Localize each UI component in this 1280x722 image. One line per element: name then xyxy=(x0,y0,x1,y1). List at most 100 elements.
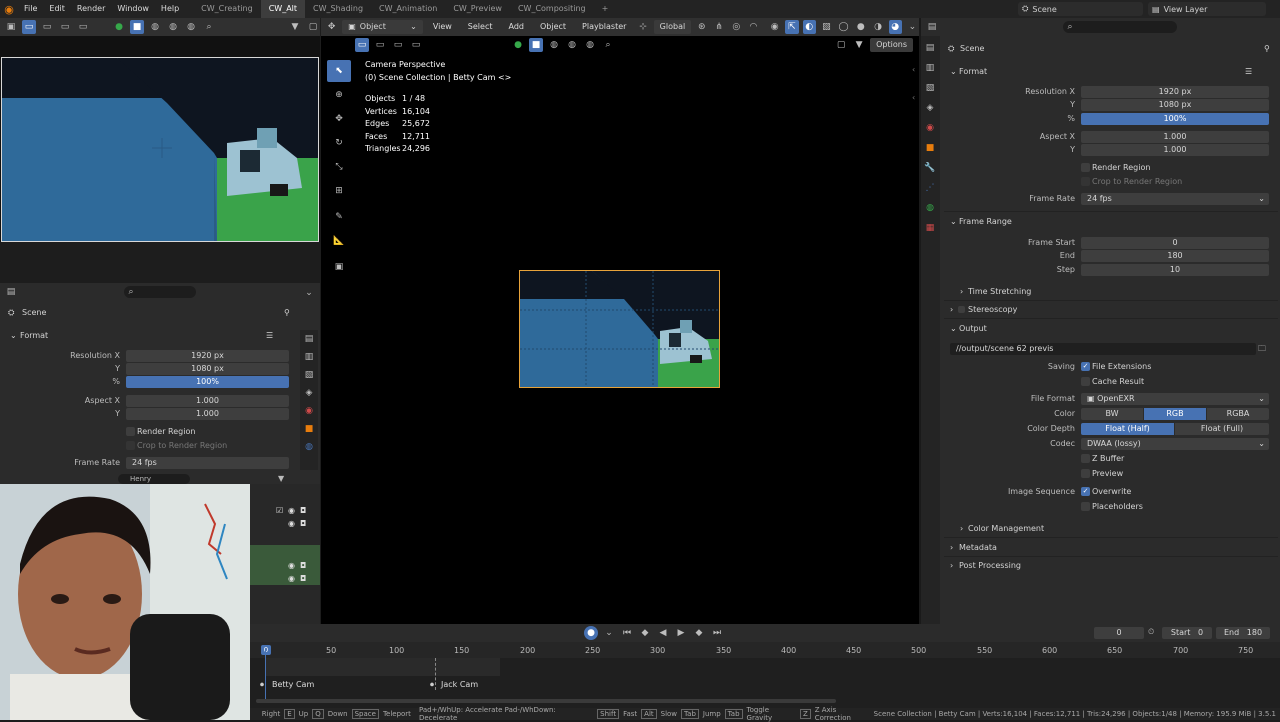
camera-icon[interactable]: ◘ xyxy=(300,574,306,583)
move-tool-icon[interactable]: ✥ xyxy=(327,108,351,130)
playhead[interactable]: 0 xyxy=(261,645,271,655)
res-x-field[interactable]: 1920 px xyxy=(1081,86,1269,98)
menu-add[interactable]: Add xyxy=(502,18,530,36)
frame-rate-dropdown[interactable]: 24 fps ⌄ xyxy=(1081,193,1269,205)
menu-select[interactable]: Select xyxy=(462,18,499,36)
camera-icon[interactable]: ◘ xyxy=(300,561,306,570)
aspect-x-field[interactable]: 1.000 xyxy=(1081,131,1269,143)
add-workspace-icon[interactable]: + xyxy=(594,0,617,18)
color-management-chevron-icon[interactable]: › xyxy=(960,524,963,533)
options-dropdown[interactable]: Options xyxy=(870,38,913,52)
output-chevron-icon[interactable]: ⌄ xyxy=(950,324,957,333)
tab-cw-animation[interactable]: CW_Animation xyxy=(371,0,445,18)
tab-cw-shading[interactable]: CW_Shading xyxy=(305,0,371,18)
placeholders-checkbox[interactable] xyxy=(1081,502,1090,511)
viewport-sidebar-toggle-icon[interactable]: ‹ xyxy=(912,65,915,74)
depth-full-button[interactable]: Float (Full) xyxy=(1175,423,1269,435)
left-format-chevron-icon[interactable]: ⌄ xyxy=(10,331,17,340)
list-icon[interactable]: ☰ xyxy=(266,331,273,340)
marker-camera-icon[interactable]: ⏺ xyxy=(260,680,264,690)
left-render-region-checkbox[interactable] xyxy=(126,427,135,436)
world-tab-icon[interactable]: ◉ xyxy=(302,404,316,418)
outliner-search-field[interactable]: Henry xyxy=(118,474,190,484)
z-buffer-checkbox[interactable] xyxy=(1081,454,1090,463)
search-icon[interactable]: ⌕ xyxy=(601,38,615,52)
color-rgba-button[interactable]: RGBA xyxy=(1207,408,1269,420)
shading-icon-2[interactable]: ◍ xyxy=(148,20,162,34)
menu-help[interactable]: Help xyxy=(155,0,185,18)
color-bw-button[interactable]: BW xyxy=(1081,408,1143,420)
render-tab-icon[interactable]: ▤ xyxy=(923,41,937,55)
left-frame-rate-dropdown[interactable]: 24 fps xyxy=(126,457,289,469)
frame-range-chevron-icon[interactable]: ⌄ xyxy=(950,217,957,226)
pin-icon[interactable]: ⚲ xyxy=(284,308,290,317)
format-header[interactable]: Format xyxy=(959,67,987,76)
timeline-ruler[interactable]: 0 50 100 150 200 250 300 350 400 450 500… xyxy=(250,642,1280,658)
record-icon[interactable]: ● xyxy=(584,626,598,640)
view-layer-selector[interactable]: ▤ View Layer xyxy=(1148,2,1266,16)
solid-shading-icon[interactable]: ■ xyxy=(130,20,144,34)
filter-icon[interactable]: ▼ xyxy=(278,474,284,483)
rotate-tool-icon[interactable]: ↻ xyxy=(327,132,351,154)
next-keyframe-icon[interactable]: ◆ xyxy=(692,626,706,640)
eye-icon[interactable]: ◉ xyxy=(288,506,295,515)
select-tool-icon[interactable]: ⬉ xyxy=(327,60,351,82)
solid-icon[interactable]: ■ xyxy=(529,38,543,52)
mode-icon-2[interactable]: ▭ xyxy=(373,38,387,52)
tab-cw-alt[interactable]: CW_Alt xyxy=(260,0,306,18)
proportional-icon[interactable]: ◎ xyxy=(730,20,743,34)
modifier-tab-icon[interactable]: 🔧 xyxy=(923,161,937,175)
file-extensions-checkbox[interactable]: ✓ xyxy=(1081,362,1090,371)
shading-icon[interactable]: ◍ xyxy=(583,38,597,52)
render-region-checkbox[interactable] xyxy=(1081,163,1090,172)
properties-search[interactable]: ⌕ xyxy=(1063,21,1177,33)
post-processing-header[interactable]: Post Processing xyxy=(959,561,1021,570)
snap-icon[interactable]: ⋔ xyxy=(712,20,725,34)
left-aspect-y-field[interactable]: 1.000 xyxy=(126,408,289,420)
object-mode-dropdown[interactable]: ▣ Object Mode ⌄ xyxy=(342,20,423,45)
solid-shading-icon[interactable]: ● xyxy=(854,20,867,34)
measure-tool-icon[interactable]: 📐 xyxy=(327,230,351,252)
cache-result-checkbox[interactable] xyxy=(1081,377,1090,386)
menu-playblaster[interactable]: Playblaster xyxy=(576,18,632,36)
shading-icon-4[interactable]: ◍ xyxy=(184,20,198,34)
list-icon[interactable]: ☰ xyxy=(1245,67,1252,76)
falloff-icon[interactable]: ◠ xyxy=(747,20,760,34)
gizmo-icon[interactable]: ⇱ xyxy=(785,20,799,34)
left-res-x-field[interactable]: 1920 px xyxy=(126,350,289,362)
eye-icon[interactable]: ◉ xyxy=(288,574,295,583)
preview-checkbox[interactable] xyxy=(1081,469,1090,478)
tab-cw-creating[interactable]: CW_Creating xyxy=(193,0,261,18)
select-box-icon[interactable]: ▭ xyxy=(22,20,36,34)
depth-half-button[interactable]: Float (Half) xyxy=(1081,423,1174,435)
timeline-scrollbar[interactable] xyxy=(256,699,836,703)
particles-tab-icon[interactable]: ⋰ xyxy=(923,181,937,195)
start-frame-field[interactable]: Start 0 xyxy=(1162,627,1212,639)
file-format-dropdown[interactable]: ▣ OpenEXR ⌄ xyxy=(1081,393,1269,405)
scene-tab-icon[interactable]: ◈ xyxy=(923,101,937,115)
outliner-checkbox-icon[interactable]: ☑ xyxy=(276,506,283,515)
filter-icon[interactable]: ▼ xyxy=(852,38,866,52)
eye-icon[interactable]: ◉ xyxy=(288,561,295,570)
play-icon[interactable]: ▶ xyxy=(674,626,688,640)
color-management-header[interactable]: Color Management xyxy=(968,524,1044,533)
shading-icon[interactable]: ◍ xyxy=(547,38,561,52)
chevron-down-icon[interactable]: ⌄ xyxy=(302,286,316,300)
color-rgb-button[interactable]: RGB xyxy=(1144,408,1206,420)
properties-editor-icon[interactable]: ▤ xyxy=(4,285,18,299)
menu-object[interactable]: Object xyxy=(534,18,572,36)
world-tab-icon[interactable]: ◉ xyxy=(923,121,937,135)
shading-icon[interactable]: ◍ xyxy=(565,38,579,52)
frame-step-field[interactable]: 10 xyxy=(1081,264,1269,276)
left-pct-field[interactable]: 100% xyxy=(126,376,289,388)
menu-file[interactable]: File xyxy=(18,0,43,18)
search-icon[interactable]: ⌕ xyxy=(202,20,216,34)
marker-jack-cam[interactable]: Jack Cam xyxy=(441,680,478,689)
left-crop-checkbox[interactable] xyxy=(126,441,135,450)
toggle-icon[interactable]: ▢ xyxy=(306,20,320,34)
left-res-y-field[interactable]: 1080 px xyxy=(126,363,289,375)
frame-start-field[interactable]: 0 xyxy=(1081,237,1269,249)
add-cube-tool-icon[interactable]: ▣ xyxy=(327,256,351,278)
chevron-down-icon[interactable]: ⌄ xyxy=(602,626,616,640)
tab-cw-compositing[interactable]: CW_Compositing xyxy=(510,0,594,18)
